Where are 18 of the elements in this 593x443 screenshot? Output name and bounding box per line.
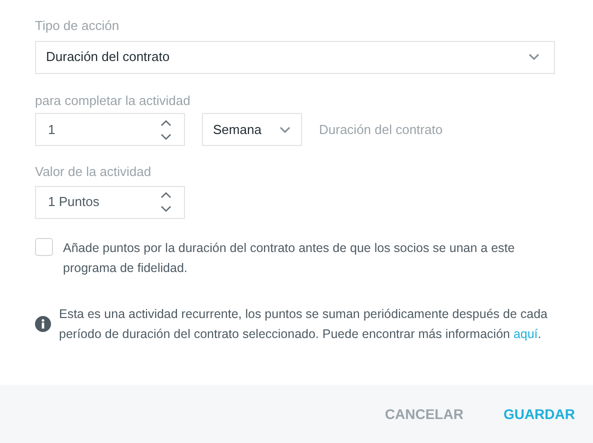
chevron-down-icon xyxy=(528,53,540,61)
info-text: Esta es una actividad recurrente, los puntos se suman periódicamente después de cada período de duración del contrato seleccionado. Puede encontrar más información aquí. xyxy=(59,306,548,343)
increment-icon[interactable] xyxy=(160,191,172,199)
action-type-select[interactable]: Duración del contrato xyxy=(35,40,555,74)
checkbox[interactable] xyxy=(35,238,53,256)
field-label: para completar la actividad xyxy=(35,92,192,110)
decrement-icon[interactable] xyxy=(160,132,172,140)
field-label: Valor de la actividad xyxy=(35,163,152,181)
decrement-icon[interactable] xyxy=(160,205,172,213)
unit-select[interactable]: Semana xyxy=(202,113,302,146)
chevron-down-icon xyxy=(279,126,291,134)
points-field[interactable]: 1 Puntos xyxy=(35,186,185,218)
amount-field[interactable]: 1 xyxy=(35,113,185,146)
unit-description: Duración del contrato xyxy=(319,120,443,139)
checkbox-label: Añade puntos por la duración del contrato antes de que los socios se unan a este programa de fidelidad. xyxy=(63,240,516,277)
info-icon xyxy=(35,316,51,332)
field-label: Tipo de acción xyxy=(35,17,120,35)
increment-icon[interactable] xyxy=(160,118,172,126)
